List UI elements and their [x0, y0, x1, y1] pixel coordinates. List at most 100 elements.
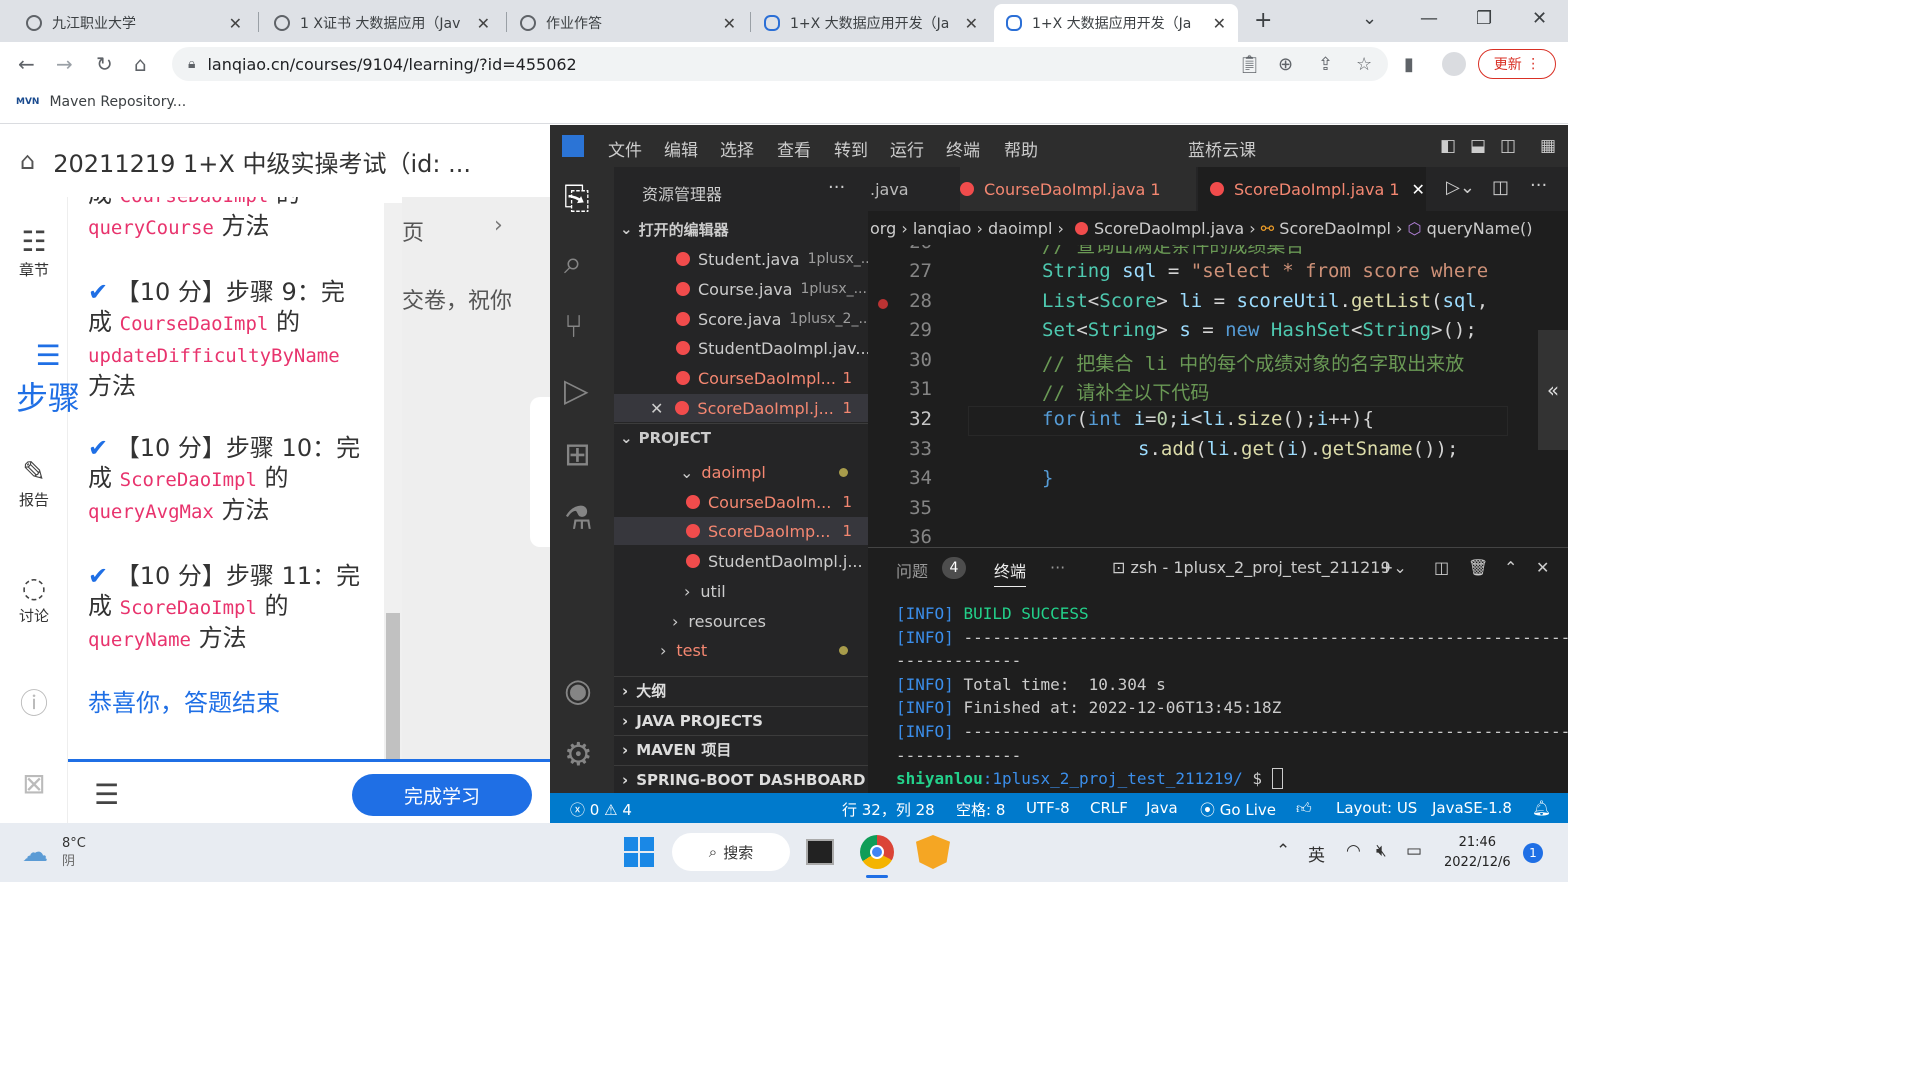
lock-icon[interactable]: 🔒︎ [188, 56, 195, 72]
maven-section[interactable]: › MAVEN 项目 [614, 735, 868, 763]
menu-view[interactable]: 查看 [777, 136, 811, 161]
tree-folder-daoimpl[interactable]: ⌄ daoimpl [614, 458, 868, 486]
project-header[interactable]: ⌄ PROJECT [614, 423, 868, 451]
steps-scrollbar[interactable] [384, 203, 402, 759]
testing-icon[interactable]: ⚗ [564, 499, 593, 537]
back-icon[interactable]: ← [18, 52, 35, 76]
settings-gear-icon[interactable]: ⚙ [564, 735, 593, 773]
share-icon[interactable]: ⇪ [1318, 54, 1333, 75]
minimize-icon[interactable]: — [1420, 8, 1438, 29]
language-mode[interactable]: Java [1146, 799, 1178, 817]
weather-widget[interactable]: ☁ 8°C 阴 [22, 835, 86, 871]
tab-search-icon[interactable]: ⌄ [1362, 8, 1377, 29]
open-editor-item[interactable]: CourseDaoImpl... 1 [614, 364, 868, 392]
open-editor-item[interactable]: Student.java 1plusx_... [614, 245, 868, 273]
open-editors-header[interactable]: ⌄ 打开的编辑器 [614, 215, 868, 243]
notifications-bell-icon[interactable]: 🔔︎ [1532, 799, 1551, 817]
tree-folder-util[interactable]: › util [614, 577, 868, 605]
step-item[interactable]: 成 CourseDaoImpl 的 queryCourse 方法 [88, 197, 378, 243]
url-text[interactable]: lanqiao.cn/courses/9104/learning/?id=455… [207, 55, 576, 74]
taskbar-search[interactable]: ⌕ 搜索 [672, 833, 790, 871]
browser-tab-5-active[interactable]: 1+X 大数据应用开发（Ja ✕ [994, 4, 1238, 42]
sidepanel-icon[interactable]: ▮ [1404, 54, 1414, 75]
step-item[interactable]: ✔ 【10 分】步骤 9：完 成 CourseDaoImpl 的 updateD… [88, 277, 378, 401]
nav-discussion[interactable]: ◌ 讨论 [0, 571, 68, 626]
more-actions-icon[interactable]: ··· [828, 177, 845, 198]
panel-drag-handle[interactable] [530, 397, 550, 547]
step-item[interactable]: ✔ 【10 分】步骤 10：完 成 ScoreDaoImpl 的 queryAv… [88, 433, 378, 527]
shield-app-icon[interactable] [916, 835, 950, 869]
explorer-icon[interactable]: ⎘ [564, 179, 590, 218]
collapse-panel-icon[interactable]: « [1538, 330, 1568, 450]
split-editor-icon[interactable]: ◫ [1492, 177, 1509, 198]
open-editor-item[interactable]: Score.java 1plusx_2_... [614, 305, 868, 333]
feedback-icon[interactable]: 👍︎ [1296, 799, 1312, 818]
tray-expand-icon[interactable]: ⌃ [1276, 841, 1290, 861]
layout-sidebar-icon[interactable]: ◧ [1440, 136, 1456, 156]
code-editor[interactable]: 26 27 28 29 30 31 32 33 34 35 36 // 查询出满… [868, 245, 1508, 547]
home-icon[interactable]: ⌂ [134, 52, 147, 76]
reload-icon[interactable]: ↻ [96, 52, 113, 76]
nav-report[interactable]: ✎ 报告 [0, 455, 68, 510]
new-tab-icon[interactable]: + [1254, 8, 1272, 33]
notification-badge[interactable]: 1 [1523, 843, 1543, 863]
menu-file[interactable]: 文件 [608, 136, 642, 161]
source-control-icon[interactable]: ⑂ [564, 307, 583, 345]
menu-go[interactable]: 转到 [834, 136, 868, 161]
tree-file[interactable]: CourseDaoIm... 1 [614, 488, 868, 516]
spring-boot-section[interactable]: › SPRING-BOOT DASHBOARD [614, 765, 868, 793]
cursor-position[interactable]: 行 32，列 28 [842, 799, 935, 820]
browser-tab-2[interactable]: 1 X证书 大数据应用（Jav ✕ [262, 4, 502, 42]
complete-learning-button[interactable]: 完成学习 [352, 774, 532, 816]
close-window-icon[interactable]: ✕ [1532, 8, 1547, 29]
outline-section[interactable]: › 大纲 [614, 676, 868, 704]
menu-edit[interactable]: 编辑 [664, 136, 698, 161]
search-icon[interactable]: ⌕ [564, 243, 582, 282]
help-icon[interactable]: ⓘ [0, 687, 68, 721]
tree-folder-resources[interactable]: › resources [614, 607, 868, 635]
list-menu-icon[interactable]: ☰ [94, 778, 119, 811]
home-icon[interactable]: ⌂ [20, 147, 35, 175]
scrollbar-thumb[interactable] [386, 613, 400, 759]
layout-panel-icon[interactable]: ⬓ [1470, 136, 1486, 156]
menu-help[interactable]: 帮助 [1004, 136, 1038, 161]
task-view-icon[interactable] [806, 839, 834, 865]
nav-chapters[interactable]: ☷ 章节 [0, 225, 68, 280]
close-tab-icon[interactable]: ✕ [723, 14, 736, 33]
document-close-icon[interactable]: ⊠ [0, 767, 68, 801]
open-editor-item[interactable]: Course.java 1plusx_... [614, 275, 868, 303]
close-icon[interactable]: ✕ [1412, 180, 1425, 199]
more-actions-icon[interactable]: ··· [1050, 558, 1065, 577]
account-icon[interactable]: ◉ [564, 671, 592, 709]
clipboard-icon[interactable]: 📋︎ [1238, 54, 1261, 75]
profile-avatar-icon[interactable] [1442, 52, 1466, 76]
wifi-icon[interactable]: ◠ [1346, 841, 1361, 861]
close-tab-icon[interactable]: ✕ [229, 14, 242, 33]
menu-terminal[interactable]: 终端 [946, 136, 980, 161]
trash-icon[interactable]: 🗑︎ [1468, 558, 1488, 577]
extensions-icon[interactable]: ⊞ [564, 435, 591, 473]
tree-folder-test[interactable]: › test [614, 636, 868, 664]
editor-tab[interactable]: CourseDaoImpl.java 1 [960, 167, 1196, 211]
tree-file[interactable]: StudentDaoImpl.j... [614, 547, 868, 575]
new-terminal-icon[interactable]: +⌄ [1380, 558, 1407, 577]
problems-status[interactable]: ⓧ 0 ⚠ 4 [570, 799, 632, 820]
editor-tab[interactable]: .java [868, 167, 956, 211]
open-editor-item-active[interactable]: ✕ ScoreDaoImpl.j... 1 [614, 394, 868, 422]
windows-start-icon[interactable] [624, 837, 654, 867]
tab-terminal[interactable]: 终端 [994, 558, 1027, 587]
update-button[interactable]: 更新 ⋮ [1478, 49, 1556, 79]
go-live-button[interactable]: ⦿ Go Live [1200, 799, 1276, 820]
layout-split-icon[interactable]: ◫ [1500, 136, 1516, 156]
customize-layout-icon[interactable]: ▦ [1540, 136, 1556, 156]
split-terminal-icon[interactable]: ◫ [1434, 558, 1449, 577]
browser-tab-1[interactable]: 九江职业大学 ✕ [14, 4, 254, 42]
chrome-icon[interactable] [860, 835, 894, 869]
close-panel-icon[interactable]: ✕ [1536, 558, 1549, 577]
terminal-selector[interactable]: ⊡ zsh - 1plusx_2_proj_test_211219 [1112, 558, 1391, 577]
browser-tab-3[interactable]: 作业作答 ✕ [508, 4, 748, 42]
battery-icon[interactable]: ▭ [1406, 841, 1422, 861]
more-actions-icon[interactable]: ··· [1530, 175, 1547, 196]
close-icon[interactable]: ✕ [650, 399, 663, 418]
keyboard-layout[interactable]: Layout: US [1336, 799, 1417, 817]
